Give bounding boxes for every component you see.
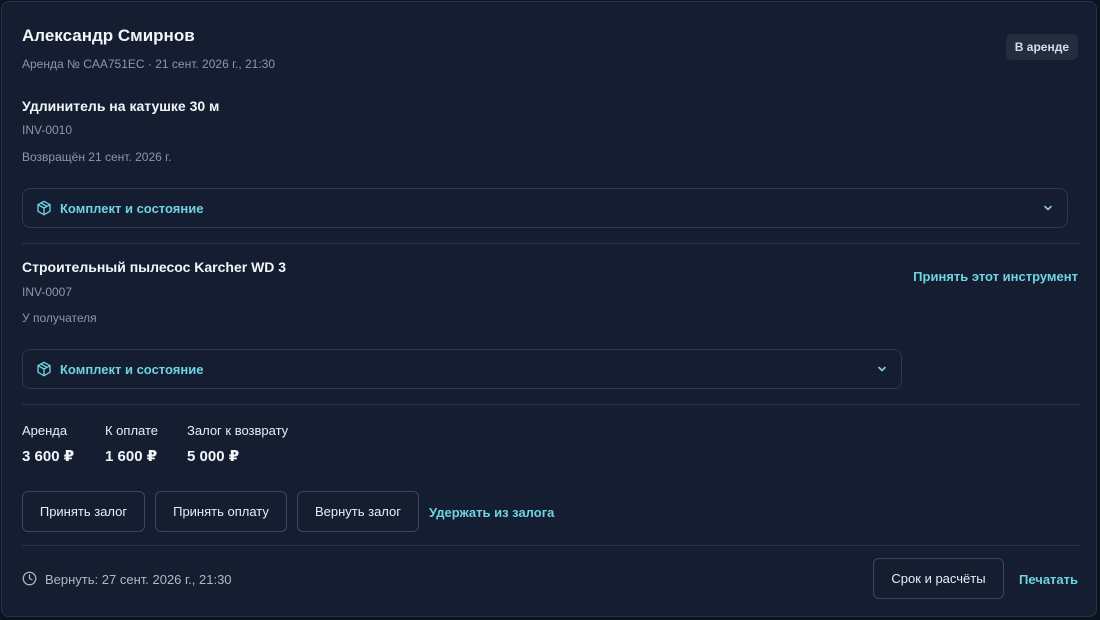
divider	[22, 545, 1080, 546]
package-icon	[37, 361, 51, 377]
rental-card: Александр Смирнов Аренда № CAA751EC · 21…	[1, 1, 1097, 617]
deposit-label: Залог к возврату	[187, 423, 289, 438]
kit-condition-accordion[interactable]: Комплект и состояние	[22, 349, 902, 389]
return-deposit-button[interactable]: Вернуть залог	[297, 491, 419, 532]
divider	[22, 243, 1080, 244]
rent-label: Аренда	[22, 423, 68, 438]
print-link[interactable]: Печатать	[1019, 572, 1078, 587]
accordion-label: Комплект и состояние	[60, 201, 204, 216]
item-title: Удлинитель на катушке 30 м	[22, 98, 220, 114]
accordion-label: Комплект и состояние	[60, 362, 204, 377]
rent-value: 3 600 ₽	[22, 448, 75, 465]
deposit-value: 5 000 ₽	[187, 448, 240, 465]
rental-subtitle: Аренда № CAA751EC · 21 сент. 2026 г., 21…	[22, 57, 276, 71]
customer-name: Александр Смирнов	[22, 26, 195, 45]
status-badge: В аренде	[1005, 34, 1078, 60]
clock-icon	[22, 571, 37, 586]
item-inventory-id: INV-0007	[22, 285, 73, 299]
item-title: Строительный пылесос Karcher WD 3	[22, 259, 287, 275]
withhold-deposit-link[interactable]: Удержать из залога	[429, 505, 554, 520]
kit-condition-accordion[interactable]: Комплект и состояние	[22, 188, 1068, 228]
to-pay-value: 1 600 ₽	[105, 448, 158, 465]
item-status: У получателя	[22, 311, 97, 325]
chevron-down-icon	[1044, 205, 1052, 211]
term-and-calculations-button[interactable]: Срок и расчёты	[873, 558, 1004, 599]
divider	[22, 404, 1080, 405]
return-due-text: Вернуть: 27 сент. 2026 г., 21:30	[45, 572, 232, 587]
package-icon	[37, 200, 51, 216]
item-status: Возвращён 21 сент. 2026 г.	[22, 150, 172, 164]
accept-payment-button[interactable]: Принять оплату	[155, 491, 287, 532]
accept-tool-link[interactable]: Принять этот инструмент	[913, 269, 1078, 284]
to-pay-label: К оплате	[105, 423, 159, 438]
chevron-down-icon	[878, 366, 886, 372]
accept-deposit-button[interactable]: Принять залог	[22, 491, 145, 532]
item-inventory-id: INV-0010	[22, 123, 73, 137]
